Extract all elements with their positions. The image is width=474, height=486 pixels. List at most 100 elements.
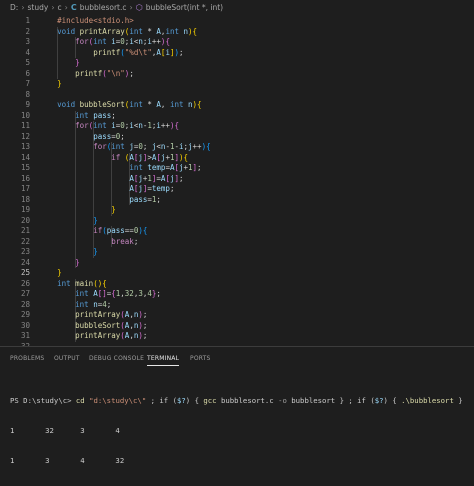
terminal-var: $? (177, 396, 186, 405)
code-text: int n=4; (75, 299, 112, 309)
code-text: void printArray(int * A,int n){ (57, 26, 198, 36)
line-number: 27 (20, 289, 30, 298)
line-number: 4 (25, 47, 30, 57)
code-editor[interactable]: 1 #include<stdio.h> 2 void printArray(int… (0, 14, 474, 346)
code-line[interactable]: 16 A[j+1]=A[j]; (0, 174, 474, 185)
tab-problems[interactable]: PROBLEMS (10, 353, 44, 365)
line-number: 25 (20, 268, 30, 277)
code-line[interactable]: 27 int A[]={1,32,3,4}; (0, 289, 474, 300)
terminal-gcc-args: bubblesort.c (216, 396, 279, 405)
code-line[interactable]: 5 } (0, 58, 474, 69)
terminal-cd-arg: "d:\study\c\" (89, 396, 147, 405)
line-number: 20 (20, 215, 30, 225)
chevron-right-icon: › (129, 2, 133, 12)
code-line[interactable]: 19 } (0, 205, 474, 216)
code-line[interactable]: 9 void bubbleSort(int * A, int n){ (0, 100, 474, 111)
chevron-right-icon: › (51, 2, 55, 12)
line-number: 12 (20, 131, 30, 141)
line-number: 29 (20, 310, 30, 319)
line-number: 7 (25, 79, 30, 88)
code-text: if (A[j]>A[j+1]){ (111, 152, 189, 162)
code-text: #include<stdio.h> (57, 16, 134, 25)
code-line[interactable]: 12 pass=0; (0, 132, 474, 143)
tab-ports[interactable]: PORTS (190, 353, 211, 365)
code-line[interactable]: 11 for(int i=0;i<n-1;i++){ (0, 121, 474, 132)
line-number: 24 (20, 257, 30, 267)
code-text: for(int i=0;i<n;i++){ (75, 37, 170, 46)
code-line[interactable]: 7 } (0, 79, 474, 90)
code-line[interactable]: 6 printf("\n"); (0, 69, 474, 80)
code-line[interactable]: 17 A[j]=temp; (0, 184, 474, 195)
code-text: for(int j=0; j<n-1-i;j++){ (93, 142, 211, 151)
breadcrumb-drive[interactable]: D: (10, 3, 18, 12)
breadcrumb-folder-study[interactable]: study (28, 3, 49, 12)
line-number: 26 (20, 278, 30, 288)
panel-tabs: PROBLEMS OUTPUT DEBUG CONSOLE TERMINAL P… (0, 353, 474, 366)
code-line[interactable]: 29 printArray(A,n); (0, 310, 474, 321)
code-line[interactable]: 21 if(pass==0){ (0, 226, 474, 237)
code-line[interactable]: 8 (0, 90, 474, 101)
code-line[interactable]: 31 printArray(A,n); (0, 331, 474, 342)
line-number: 21 (20, 226, 30, 235)
line-number: 2 (25, 26, 30, 36)
code-line[interactable]: 4 printf("%d\t",A[i]); (0, 48, 474, 59)
code-line[interactable]: 14 if (A[j]>A[j+1]){ (0, 153, 474, 164)
code-text: void bubbleSort(int * A, int n){ (57, 100, 202, 109)
tab-terminal[interactable]: TERMINAL (147, 353, 180, 366)
breadcrumb-folder-c[interactable]: c (58, 3, 62, 12)
code-line[interactable]: 23 } (0, 247, 474, 258)
terminal-sep: ; if ( (146, 396, 177, 405)
code-line[interactable]: 20 } (0, 216, 474, 227)
terminal-gcc-args: bubblesort } ; if ( (286, 396, 375, 405)
line-number: 13 (20, 142, 30, 151)
code-text: int main(){ (57, 278, 107, 288)
code-text: pass=0; (93, 131, 125, 141)
terminal-sep: } (453, 396, 463, 405)
terminal-prompt: PS D:\study\c> (10, 396, 76, 405)
code-text: } (75, 58, 80, 67)
terminal-sep: ) { (383, 396, 402, 405)
code-line[interactable]: 25 } (0, 268, 474, 279)
code-text: int A[]={1,32,3,4}; (75, 289, 161, 298)
code-text: if(pass==0){ (93, 226, 148, 235)
tab-output[interactable]: OUTPUT (54, 353, 80, 365)
breadcrumb-file[interactable]: bubblesort.c (80, 3, 127, 12)
terminal-var: $? (374, 396, 384, 405)
terminal-output[interactable]: PS D:\study\c> cd "d:\study\c\" ; if ($?… (10, 376, 474, 486)
terminal-output-line: 1 32 3 4 (10, 426, 120, 435)
code-text: for(int i=0;i<n-1;i++){ (75, 121, 179, 130)
code-text: printArray(A,n); (75, 331, 148, 340)
breadcrumb-symbol[interactable]: bubbleSort(int *, int) (146, 3, 223, 12)
code-line[interactable]: 26 int main(){ (0, 279, 474, 290)
code-text: int pass; (75, 110, 116, 120)
tab-debug-console[interactable]: DEBUG CONSOLE (89, 353, 144, 365)
code-text: } (93, 247, 98, 256)
code-line[interactable]: 28 int n=4; (0, 300, 474, 311)
code-line[interactable]: 15 int temp=A[j+1]; (0, 163, 474, 174)
code-line[interactable]: 24 } (0, 258, 474, 269)
code-line[interactable]: 2 void printArray(int * A,int n){ (0, 27, 474, 38)
line-number: 9 (25, 100, 30, 109)
line-number: 5 (25, 58, 30, 67)
code-line[interactable]: 1 #include<stdio.h> (0, 16, 474, 27)
line-number: 31 (20, 331, 30, 340)
breadcrumb: D: › study › c › C bubblesort.c › ⬡ bubb… (0, 0, 474, 14)
line-number: 1 (25, 16, 30, 25)
line-number: 11 (20, 121, 30, 130)
line-number: 6 (25, 68, 30, 78)
code-line[interactable]: 22 break; (0, 237, 474, 248)
code-text: } (111, 205, 116, 214)
code-line[interactable]: 30 bubbleSort(A,n); (0, 321, 474, 332)
line-number: 18 (20, 194, 30, 204)
code-text: } (93, 215, 98, 225)
code-line[interactable]: 10 int pass; (0, 111, 474, 122)
code-text: printArray(A,n); (75, 310, 148, 319)
line-number: 17 (20, 184, 30, 193)
line-number: 8 (25, 89, 30, 99)
code-line[interactable]: 3 for(int i=0;i<n;i++){ (0, 37, 474, 48)
terminal-cd: cd (75, 396, 85, 405)
code-line[interactable]: 18 pass=1; (0, 195, 474, 206)
chevron-right-icon: › (21, 2, 25, 12)
code-text: printf("\n"); (75, 68, 134, 78)
code-line[interactable]: 13 for(int j=0; j<n-1-i;j++){ (0, 142, 474, 153)
